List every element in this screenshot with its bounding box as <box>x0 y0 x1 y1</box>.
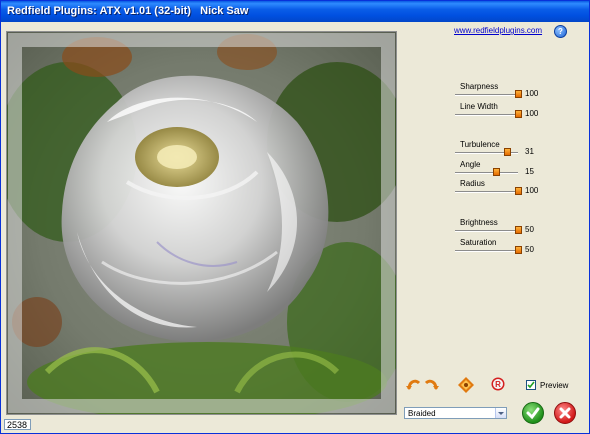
param-label: Radius <box>460 179 485 188</box>
redo-icon[interactable] <box>423 377 439 396</box>
slider-thumb[interactable] <box>504 148 511 156</box>
close-icon <box>559 407 571 419</box>
param-value: 100 <box>525 186 539 195</box>
slider-thumb[interactable] <box>515 187 522 195</box>
param-label: Sharpness <box>460 82 499 91</box>
ok-button[interactable] <box>522 402 544 424</box>
slider-thumb[interactable] <box>515 246 522 254</box>
image-preview[interactable] <box>6 31 397 415</box>
chevron-down-icon[interactable] <box>495 408 506 418</box>
reset-icon[interactable]: R <box>491 377 505 396</box>
slider-track[interactable] <box>455 94 518 96</box>
style-select[interactable]: Braided <box>404 407 507 419</box>
cancel-button[interactable] <box>554 402 576 424</box>
slider-track[interactable] <box>455 250 518 252</box>
param-label: Brightness <box>460 218 498 227</box>
param-value: 50 <box>525 245 534 254</box>
param-saturation: Saturation 50 <box>455 238 575 260</box>
param-value: 15 <box>525 167 534 176</box>
slider-track[interactable] <box>455 230 518 232</box>
website-link[interactable]: www.redfieldplugins.com <box>454 26 542 35</box>
param-value: 50 <box>525 225 534 234</box>
slider-track[interactable] <box>455 191 518 193</box>
preview-image <box>7 32 396 414</box>
dialog-body: 2538 www.redfieldplugins.com ? Sharpness… <box>1 22 589 433</box>
svg-text:R: R <box>495 380 501 389</box>
preview-label: Preview <box>540 381 569 390</box>
preview-checkbox[interactable] <box>526 380 536 390</box>
param-radius: Radius 100 <box>455 179 575 201</box>
slider-track[interactable] <box>455 172 518 174</box>
param-turbulence: Turbulence 31 <box>455 140 575 162</box>
help-icon[interactable]: ? <box>554 25 567 38</box>
check-icon <box>526 407 540 420</box>
param-label: Angle <box>460 160 481 169</box>
param-label: Line Width <box>460 102 498 111</box>
window-title: Redfield Plugins: ATX v1.01 (32-bit) Nic… <box>1 1 589 22</box>
param-line-width: Line Width 100 <box>455 102 575 124</box>
slider-thumb[interactable] <box>493 168 500 176</box>
param-value: 31 <box>525 147 534 156</box>
style-select-value: Braided <box>408 409 436 418</box>
param-label: Turbulence <box>460 140 500 149</box>
param-brightness: Brightness 50 <box>455 218 575 240</box>
undo-icon[interactable] <box>406 377 422 396</box>
param-value: 100 <box>525 109 539 118</box>
randomize-icon[interactable] <box>458 377 474 398</box>
param-label: Saturation <box>460 238 497 247</box>
slider-thumb[interactable] <box>515 90 522 98</box>
param-sharpness: Sharpness 100 <box>455 82 575 104</box>
plugin-window: Redfield Plugins: ATX v1.01 (32-bit) Nic… <box>0 0 590 434</box>
slider-track[interactable] <box>455 114 518 116</box>
slider-thumb[interactable] <box>515 226 522 234</box>
status-counter: 2538 <box>4 419 31 430</box>
param-value: 100 <box>525 89 539 98</box>
slider-thumb[interactable] <box>515 110 522 118</box>
